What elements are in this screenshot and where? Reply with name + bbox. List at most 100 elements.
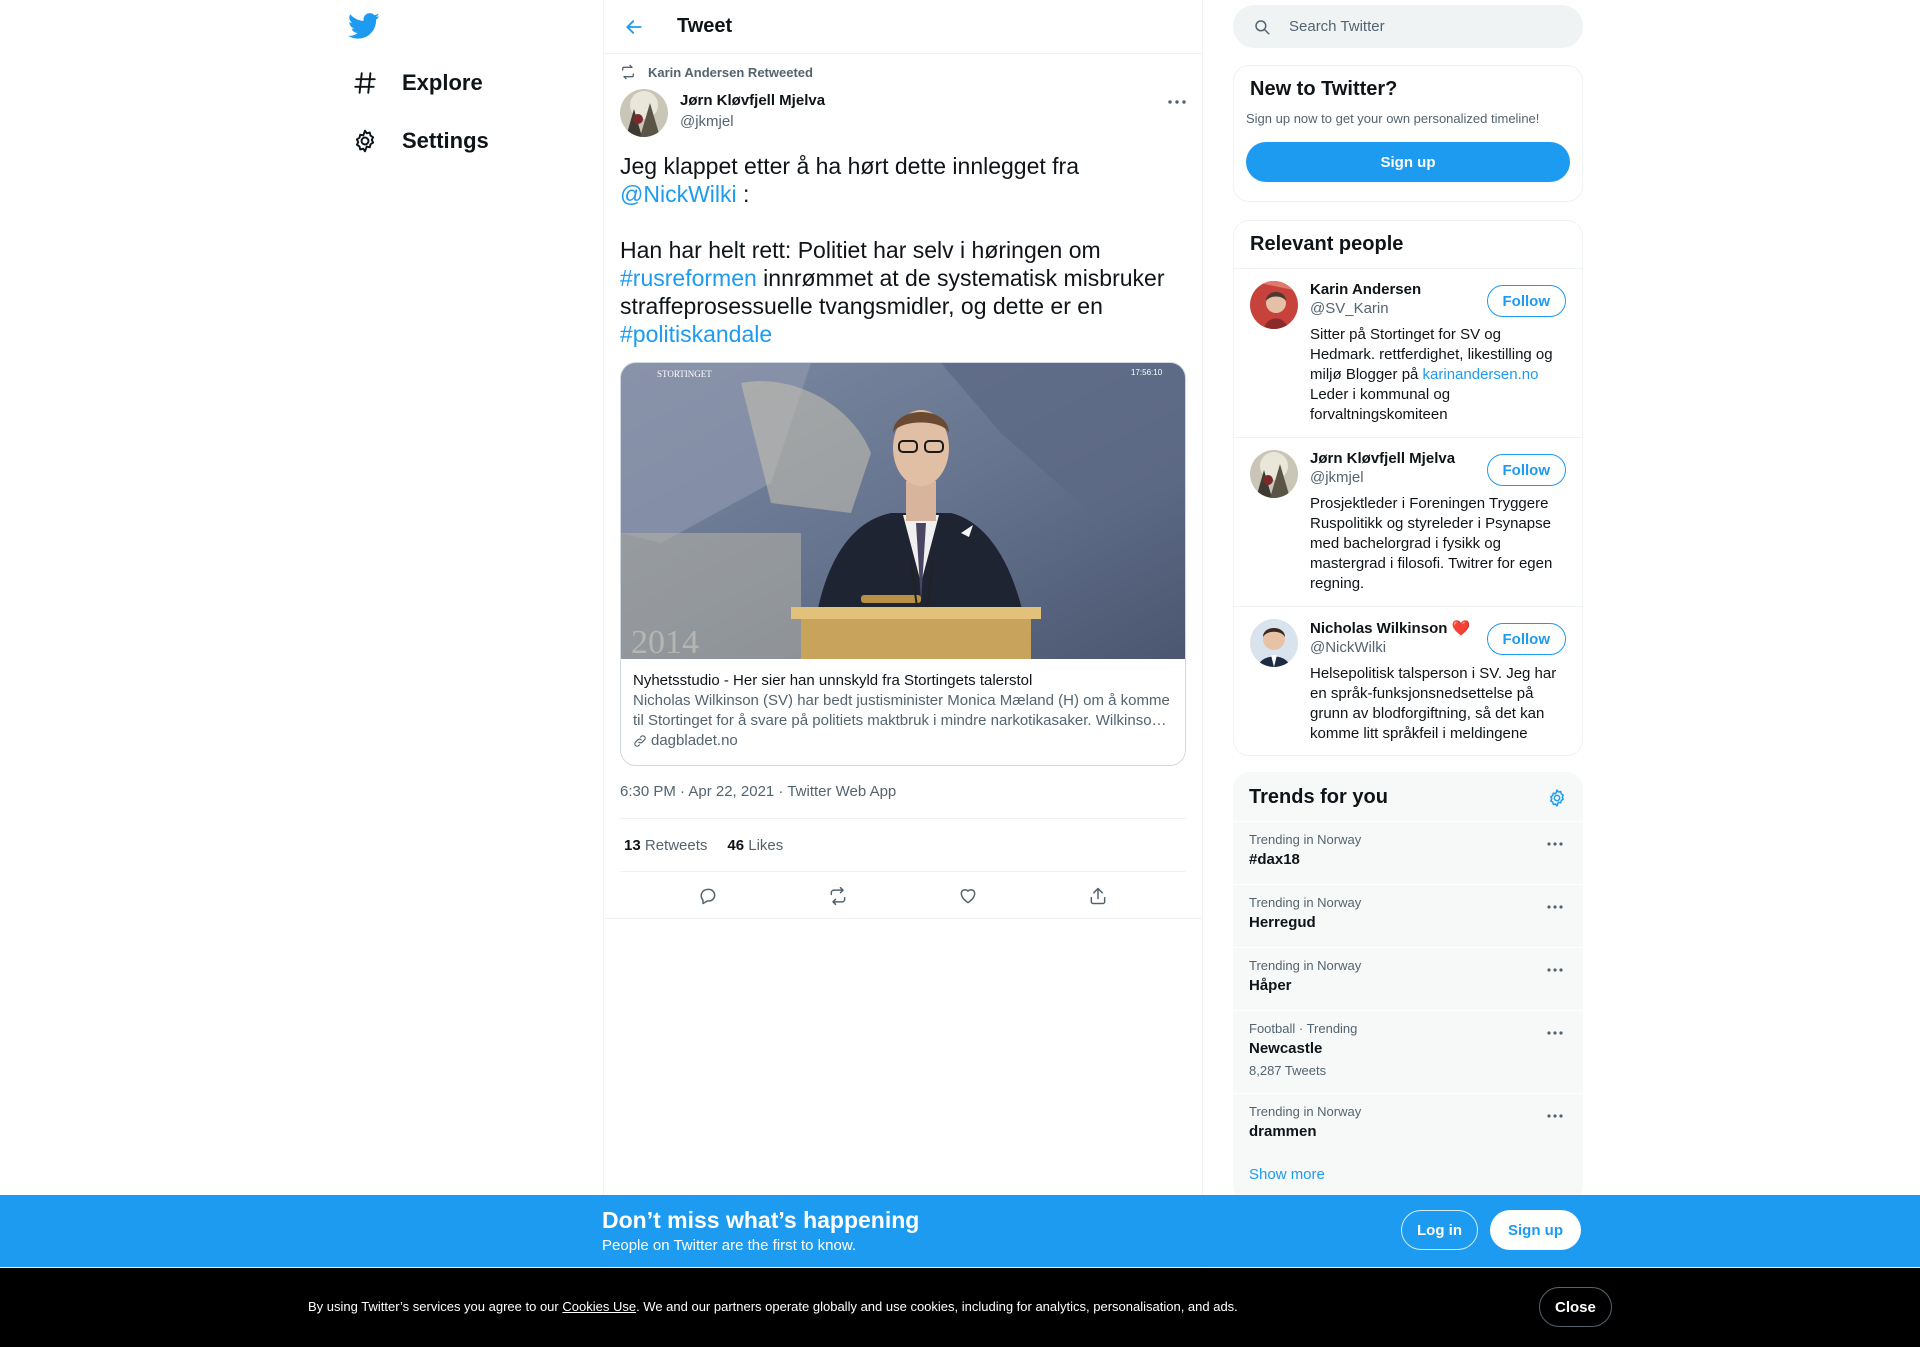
- share-icon[interactable]: [1080, 878, 1116, 914]
- author-name[interactable]: Jørn Kløvfjell Mjelva: [680, 92, 825, 109]
- gear-icon: [352, 128, 378, 154]
- person-bio: Helsepolitisk talsperson i SV. Jeg har e…: [1310, 665, 1557, 742]
- bio-link[interactable]: karinandersen.no: [1423, 366, 1539, 383]
- person-card[interactable]: Nicholas Wilkinson ❤️ @NickWilki Helsepo…: [1234, 606, 1582, 755]
- retweets-label: Retweets: [644, 836, 708, 854]
- retweet-context[interactable]: Karin Andersen Retweeted: [620, 64, 813, 80]
- cookie-close-button[interactable]: Close: [1539, 1287, 1612, 1327]
- retweets-stat[interactable]: 13 Retweets: [624, 837, 707, 854]
- more-options-icon[interactable]: [1160, 90, 1194, 114]
- more-options-icon[interactable]: [1541, 897, 1569, 917]
- person-card[interactable]: Karin Andersen @SV_Karin Sitter på Stort…: [1234, 268, 1582, 437]
- likes-label: Likes: [748, 836, 784, 854]
- nav-settings[interactable]: Settings: [338, 116, 503, 166]
- trend-item[interactable]: Football · Trending Newcastle 8,287 Twee…: [1233, 1010, 1583, 1093]
- cookie-text-part: . We and our partners operate globally a…: [636, 1299, 1238, 1314]
- trend-context: Trending in Norway: [1249, 832, 1362, 847]
- nav-explore-label: Explore: [402, 70, 483, 95]
- likes-count: 46: [727, 836, 745, 854]
- tweet-text-part: Han har helt rett: Politiet har selv i h…: [620, 237, 1101, 263]
- svg-text:2014: 2014: [631, 624, 699, 659]
- cookies-use-link[interactable]: Cookies Use: [562, 1299, 636, 1314]
- more-options-icon[interactable]: [1541, 960, 1569, 980]
- more-options-icon[interactable]: [1541, 1106, 1569, 1126]
- trend-context: Trending in Norway: [1249, 1104, 1362, 1119]
- trend-item[interactable]: Trending in Norway Herregud: [1233, 884, 1583, 947]
- follow-button[interactable]: Follow: [1486, 623, 1566, 655]
- likes-stat[interactable]: 46 Likes: [727, 837, 783, 854]
- author-handle[interactable]: @jkmjel: [680, 113, 734, 130]
- card-description: Nicholas Wilkinson (SV) har bedt justism…: [633, 692, 1170, 729]
- person-card[interactable]: Jørn Kløvfjell Mjelva @jkmjel Prosjektle…: [1234, 437, 1582, 606]
- signup-button[interactable]: Sign up: [1246, 142, 1570, 182]
- search-input[interactable]: [1289, 18, 1569, 35]
- trend-context: Trending in Norway: [1249, 958, 1362, 973]
- hashtag-link[interactable]: #politiskandale: [620, 321, 772, 347]
- card-image: 2014 STORTINGET 17:56:10: [621, 363, 1185, 659]
- trend-count: 8,287 Tweets: [1249, 1063, 1327, 1078]
- mention-link[interactable]: @NickWilki: [620, 181, 737, 207]
- tweet-timestamp[interactable]: 6:30 PM · Apr 22, 2021 · Twitter Web App: [620, 783, 896, 800]
- tweet-text-part: :: [736, 181, 750, 207]
- like-icon[interactable]: [950, 878, 986, 914]
- twitter-logo-icon[interactable]: [348, 10, 380, 42]
- cookie-text: By using Twitter’s services you agree to…: [308, 1299, 1238, 1314]
- new-to-twitter-title: New to Twitter?: [1250, 78, 1398, 100]
- trend-item[interactable]: Trending in Norway Håper: [1233, 947, 1583, 1010]
- link-card[interactable]: 2014 STORTINGET 17:56:10 Nyhetsstudio - …: [620, 362, 1186, 766]
- card-image-caption: STORTINGET: [657, 369, 712, 379]
- tweet-text: Jeg klappet etter å ha hørt dette innleg…: [620, 152, 1180, 348]
- trends-settings-gear-icon[interactable]: [1547, 788, 1567, 808]
- trends-header: Trends for you: [1233, 772, 1583, 821]
- relevant-people-title: Relevant people: [1250, 233, 1404, 255]
- tweet-text-part: Jeg klappet etter å ha hørt dette innleg…: [620, 153, 1080, 179]
- link-icon: [633, 734, 647, 748]
- person-name-text: Nicholas Wilkinson: [1310, 620, 1448, 637]
- banner-signup-button[interactable]: Sign up: [1490, 1210, 1581, 1250]
- tweet-stats: 13 Retweets 46 Likes: [620, 818, 1186, 872]
- avatar[interactable]: [1250, 281, 1298, 329]
- cookie-text-part: By using Twitter’s services you agree to…: [308, 1299, 563, 1314]
- retweet-icon[interactable]: [820, 878, 856, 914]
- new-to-twitter-subtitle: Sign up now to get your own personalized…: [1246, 111, 1540, 126]
- trend-item[interactable]: Trending in Norway drammen: [1233, 1093, 1583, 1156]
- trends-panel: Trends for you Trending in Norway #dax18…: [1233, 772, 1583, 1202]
- search-bar: [1233, 5, 1583, 48]
- author-avatar[interactable]: [620, 89, 668, 137]
- person-bio-text: Leder i kommunal og forvaltningskomiteen: [1310, 386, 1451, 423]
- nav-settings-label: Settings: [402, 128, 489, 153]
- login-button[interactable]: Log in: [1401, 1210, 1478, 1250]
- heart-emoji-icon: ❤️: [1451, 620, 1471, 637]
- hashtag-icon: [352, 70, 378, 96]
- back-arrow-icon[interactable]: [617, 10, 651, 44]
- more-options-icon[interactable]: [1541, 834, 1569, 854]
- retweet-icon: [620, 64, 636, 80]
- follow-button[interactable]: Follow: [1486, 454, 1566, 486]
- show-more-link[interactable]: Show more: [1233, 1156, 1583, 1197]
- more-options-icon[interactable]: [1541, 1023, 1569, 1043]
- hashtag-link[interactable]: #rusreformen: [620, 265, 757, 291]
- card-domain-label: dagbladet.no: [651, 732, 738, 749]
- tweet-actions: [603, 873, 1203, 919]
- trend-context: Trending in Norway: [1249, 895, 1362, 910]
- retweet-context-label: Karin Andersen Retweeted: [648, 64, 813, 80]
- follow-button[interactable]: Follow: [1486, 285, 1566, 317]
- signup-banner-subtitle: People on Twitter are the first to know.: [602, 1237, 857, 1254]
- trend-name: drammen: [1249, 1123, 1317, 1140]
- avatar[interactable]: [1250, 619, 1298, 667]
- avatar[interactable]: [1250, 450, 1298, 498]
- trend-item[interactable]: Trending in Norway #dax18: [1233, 821, 1583, 884]
- card-body: Nyhetsstudio - Her sier han unnskyld fra…: [621, 659, 1185, 751]
- trend-name: Herregud: [1249, 914, 1316, 931]
- trend-context: Football · Trending: [1249, 1021, 1358, 1036]
- relevant-people-panel: Relevant people Karin Andersen @SV_Karin…: [1233, 220, 1583, 756]
- person-bio: Sitter på Stortinget for SV og Hedmark. …: [1310, 325, 1560, 425]
- trends-title: Trends for you: [1249, 786, 1388, 808]
- reply-icon[interactable]: [690, 878, 726, 914]
- tweet-header: Tweet: [603, 0, 1203, 54]
- card-domain: dagbladet.no: [633, 731, 1173, 751]
- nav-explore[interactable]: Explore: [338, 58, 497, 108]
- search-icon: [1253, 18, 1271, 36]
- signup-banner: [0, 1195, 1920, 1267]
- trend-name: Håper: [1249, 977, 1292, 994]
